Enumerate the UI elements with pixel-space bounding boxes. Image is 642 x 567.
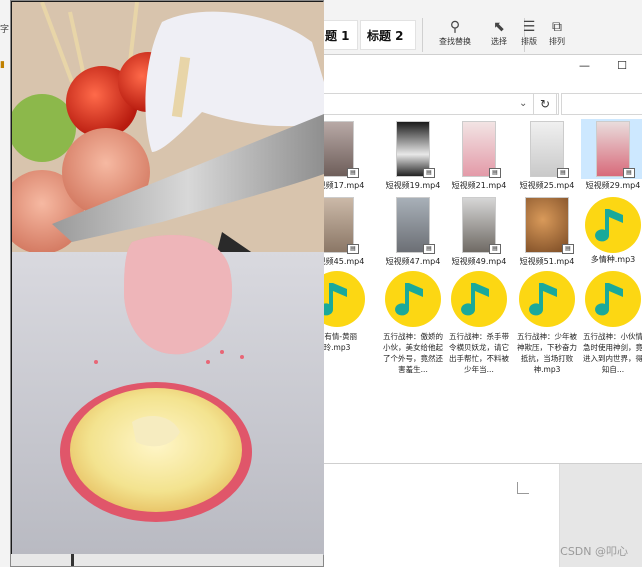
minimize-button[interactable]: —: [568, 59, 602, 72]
music-file-icon: [451, 271, 507, 327]
arrange-label: 排列: [549, 37, 565, 46]
video-thumbnail: ▤: [396, 197, 435, 254]
file-label: 短视频25.mp4: [519, 181, 575, 190]
video-thumbnail: ▤: [462, 121, 501, 178]
style-heading-1-label: 题 1: [325, 29, 350, 43]
file-label: 短视频19.mp4: [385, 181, 441, 190]
file-item[interactable]: 五行战神：杀手带令横贝妖龙，请它出手帮忙，不料被少年当...: [447, 269, 511, 375]
video-thumbnail: ▤: [596, 121, 635, 178]
word-ribbon: 题 1 标题 2 ⚲ 查找替换 ⬉ 选择 ☰ 排版 ⧉ 排列: [318, 0, 642, 56]
style-heading-2[interactable]: 标题 2: [360, 20, 416, 50]
video-file-icon: ▤: [489, 244, 501, 254]
seek-bar[interactable]: [11, 554, 323, 566]
maximize-button[interactable]: ☐: [605, 59, 639, 72]
file-item[interactable]: 五行战神：傲娇的小伙，美女给他起了个外号，竟然还害羞生...: [381, 269, 445, 375]
window-controls: — ☐: [568, 59, 640, 72]
file-label: 五行战神：杀手带令横贝妖龙，请它出手帮忙，不料被少年当...: [449, 332, 509, 374]
video-frame-image: [12, 2, 324, 555]
file-item[interactable]: ▤ 短视频47.mp4: [381, 195, 445, 267]
video-file-icon: ▤: [423, 168, 435, 178]
arrange-icon: ⧉: [552, 19, 562, 35]
file-label: 多情种.mp3: [590, 255, 636, 264]
video-frame[interactable]: [12, 2, 324, 555]
file-item[interactable]: ▤ 短视频19.mp4: [381, 119, 445, 191]
file-label: 五行战神：傲娇的小伙，美女给他起了个外号，竟然还害羞生...: [383, 332, 443, 374]
video-thumbnail: ▤: [530, 121, 569, 178]
video-thumbnail: ▤: [396, 121, 435, 178]
video-thumbnail: ▤: [462, 197, 501, 254]
file-item[interactable]: 多情种.mp3: [581, 195, 642, 265]
video-file-icon: ▤: [347, 244, 359, 254]
file-explorer-window: — ☐ ⌄ ↻ ▤ 短视频17.mp4 ▤ 短视频19.mp4 ▤ 短视频21.…: [309, 54, 642, 464]
find-replace-button[interactable]: ⚲ 查找替换: [430, 18, 480, 52]
style-heading-2-label: 标题 2: [367, 29, 404, 43]
video-file-icon: ▤: [423, 244, 435, 254]
video-thumbnail: ▤: [320, 121, 359, 178]
music-file-icon: [585, 271, 641, 327]
video-player-window: [10, 0, 324, 567]
arrange-button[interactable]: ⧉ 排列: [532, 18, 582, 52]
video-thumbnail: ▤: [525, 197, 574, 254]
file-label: 短视频21.mp4: [451, 181, 507, 190]
file-label: 短视频49.mp4: [451, 257, 507, 266]
file-label: 五行战神：少年被神欺压，下秒奋力抵抗，当场打败神.mp3: [517, 332, 577, 374]
find-replace-label: 查找替换: [439, 37, 471, 46]
chevron-down-icon[interactable]: ⌄: [519, 98, 527, 109]
ribbon-divider: [422, 18, 423, 52]
file-label: 短视频29.mp4: [585, 181, 641, 190]
search-input[interactable]: [561, 93, 642, 115]
video-file-icon: ▤: [347, 168, 359, 178]
video-file-icon: ▤: [489, 168, 501, 178]
refresh-icon: ↻: [539, 97, 551, 111]
music-file-icon: [385, 271, 441, 327]
video-file-icon: ▤: [557, 168, 569, 178]
seek-handle[interactable]: [71, 554, 74, 566]
file-item[interactable]: ▤ 短视频51.mp4: [515, 195, 579, 267]
file-item[interactable]: ▤ 短视频25.mp4: [515, 119, 579, 191]
file-label: 短视频47.mp4: [385, 257, 441, 266]
music-file-icon: [519, 271, 575, 327]
file-item[interactable]: 五行战神：少年被神欺压，下秒奋力抵抗，当场打败神.mp3: [515, 269, 579, 375]
file-label: 五行战神：小伙情急时使用神剑，竟进入到内世界，得知自...: [583, 332, 642, 374]
page-corner-mark: [517, 482, 529, 494]
style-heading-1[interactable]: 题 1: [318, 20, 358, 50]
video-thumbnail: ▤: [320, 197, 359, 254]
video-file-icon: ▤: [623, 168, 635, 178]
desktop: 题 1 标题 2 ⚲ 查找替换 ⬉ 选择 ☰ 排版 ⧉ 排列 — ☐ ⌄ ↻ ▤…: [0, 0, 642, 567]
background-text: 字: [0, 25, 10, 35]
document-page[interactable]: [318, 464, 560, 567]
file-item[interactable]: ▤ 短视频21.mp4: [447, 119, 511, 191]
refresh-button[interactable]: ↻: [533, 93, 557, 115]
file-item[interactable]: ▤ 短视频49.mp4: [447, 195, 511, 267]
watermark: CSDN @叩心: [560, 545, 628, 558]
file-item[interactable]: 五行战神：小伙情急时使用神剑，竟进入到内世界，得知自...: [581, 269, 642, 375]
file-item-selected[interactable]: ▤ 短视频29.mp4: [581, 119, 642, 191]
file-label: 短视频51.mp4: [519, 257, 575, 266]
music-file-icon: [585, 197, 641, 253]
video-file-icon: ▤: [562, 244, 574, 254]
background-icon: ▮: [0, 60, 5, 70]
magnifier-icon: ⚲: [449, 19, 461, 35]
